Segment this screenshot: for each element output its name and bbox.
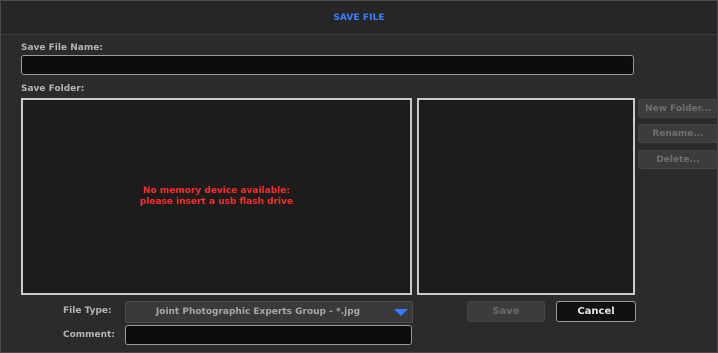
folder-tree-panel[interactable]: No memory device available: please inser…	[21, 98, 412, 295]
no-device-message-line2: please insert a usb flash drive	[139, 197, 294, 207]
new-folder-button[interactable]: New Folder...	[638, 99, 718, 118]
file-list-panel[interactable]	[417, 98, 635, 295]
file-type-label: File Type:	[63, 306, 112, 316]
file-type-value: Joint Photographic Experts Group - *.jpg	[155, 307, 361, 317]
save-file-name-input[interactable]	[21, 55, 634, 75]
save-folder-label: Save Folder:	[21, 84, 85, 94]
save-file-name-label: Save File Name:	[21, 43, 103, 53]
save-file-dialog: SAVE FILE Save File Name: Save Folder: N…	[0, 0, 718, 353]
file-type-select[interactable]: Joint Photographic Experts Group - *.jpg	[125, 301, 413, 323]
rename-button[interactable]: Rename...	[638, 124, 718, 143]
dialog-title: SAVE FILE	[1, 1, 717, 35]
comment-input[interactable]	[125, 325, 412, 345]
comment-label: Comment:	[63, 330, 115, 340]
triangle-down-icon[interactable]	[390, 302, 412, 322]
delete-button[interactable]: Delete...	[638, 150, 718, 169]
no-device-message-line1: No memory device available:	[143, 186, 290, 196]
no-device-message: No memory device available: please inser…	[23, 186, 410, 208]
cancel-button[interactable]: Cancel	[556, 301, 636, 322]
save-button[interactable]: Save	[467, 301, 545, 322]
